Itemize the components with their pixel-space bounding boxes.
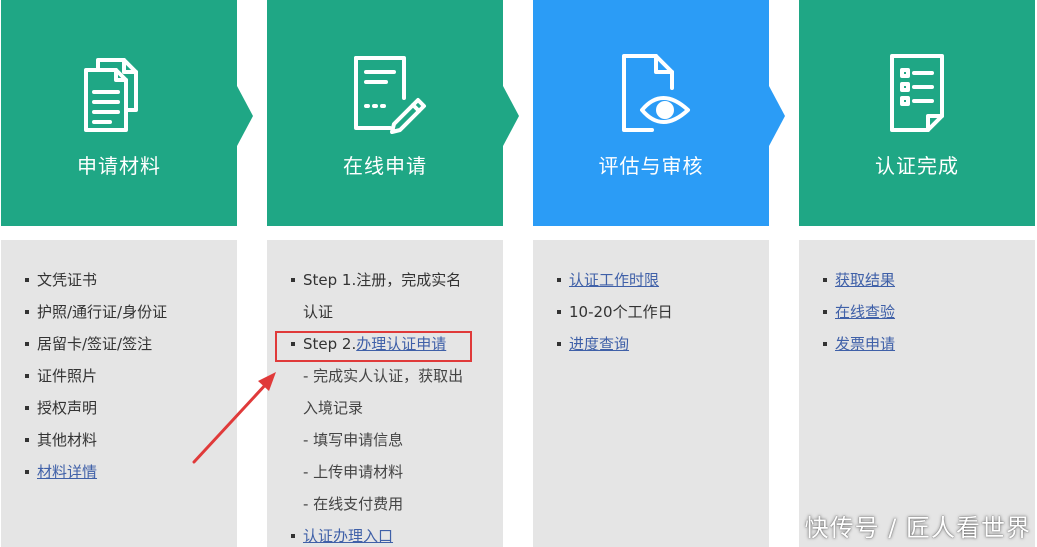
step-title: 申请材料 bbox=[77, 154, 161, 178]
form-edit-icon bbox=[354, 56, 426, 134]
list-item: Step 1.注册，完成实名 bbox=[291, 264, 493, 296]
checklist-icon bbox=[890, 54, 944, 132]
list-item: 在线查验 bbox=[823, 296, 1025, 328]
progress-query-link[interactable]: 进度查询 bbox=[569, 335, 629, 353]
step-panel-materials: 文凭证书 护照/通行证/身份证 居留卡/签证/签注 证件照片 授权声明 其他材料… bbox=[1, 240, 237, 547]
step-panel-complete: 获取结果 在线查验 发票申请 bbox=[799, 240, 1035, 547]
list-item-continued: 认证 bbox=[303, 303, 334, 321]
complete-list: 获取结果 在线查验 发票申请 bbox=[823, 264, 1025, 360]
step-title: 评估与审核 bbox=[598, 154, 704, 178]
list-item: 居留卡/签证/签注 bbox=[25, 328, 227, 360]
list-item: 发票申请 bbox=[823, 328, 1025, 360]
sub-step: - 完成实人认证，获取出 bbox=[303, 367, 464, 385]
step-header-complete: 认证完成 bbox=[799, 0, 1035, 226]
document-eye-icon bbox=[622, 54, 690, 132]
list-item: 10-20个工作日 bbox=[557, 296, 759, 328]
step-panel-online-apply: Step 1.注册，完成实名 认证 Step 2.办理认证申请 - 完成实人认证… bbox=[267, 240, 503, 547]
flow-arrow bbox=[503, 86, 519, 146]
step-header-review: 评估与审核 bbox=[533, 0, 769, 226]
materials-list: 文凭证书 护照/通行证/身份证 居留卡/签证/签注 证件照片 授权声明 其他材料… bbox=[25, 264, 227, 488]
materials-detail-link[interactable]: 材料详情 bbox=[37, 463, 97, 481]
documents-icon bbox=[84, 58, 138, 132]
step-title: 在线申请 bbox=[343, 154, 427, 178]
process-flow: 申请材料 在线申请 评估与审核 认证完成 文凭证书 护照/通行证/身份证 居留卡… bbox=[0, 0, 1037, 547]
sub-step: - 上传申请材料 bbox=[303, 463, 404, 481]
watermark: 快传号 / 匠人看世界 bbox=[804, 514, 1031, 542]
list-item: 材料详情 bbox=[25, 456, 227, 488]
sub-step-continued: 入境记录 bbox=[303, 399, 364, 417]
certification-entry-link[interactable]: 认证办理入口 bbox=[303, 527, 393, 545]
list-item: 其他材料 bbox=[25, 424, 227, 456]
list-item: 进度查询 bbox=[557, 328, 759, 360]
list-item: 认证办理入口 bbox=[291, 520, 493, 547]
sub-step: - 填写申请信息 bbox=[303, 431, 404, 449]
online-verify-link[interactable]: 在线查验 bbox=[835, 303, 895, 321]
step-header-online-apply: 在线申请 bbox=[267, 0, 503, 226]
list-item: 证件照片 bbox=[25, 360, 227, 392]
list-item: Step 2.办理认证申请 bbox=[291, 328, 493, 360]
list-item: 获取结果 bbox=[823, 264, 1025, 296]
apply-certification-link[interactable]: 办理认证申请 bbox=[356, 335, 446, 353]
sub-step: - 在线支付费用 bbox=[303, 495, 404, 513]
list-item: 认证工作时限 bbox=[557, 264, 759, 296]
work-time-limit-link[interactable]: 认证工作时限 bbox=[569, 271, 659, 289]
list-item: 授权声明 bbox=[25, 392, 227, 424]
flow-arrow bbox=[237, 86, 253, 146]
list-item: 文凭证书 bbox=[25, 264, 227, 296]
step-title: 认证完成 bbox=[875, 154, 959, 178]
flow-arrow bbox=[769, 86, 785, 146]
review-list: 认证工作时限 10-20个工作日 进度查询 bbox=[557, 264, 759, 360]
apply-steps-list: Step 1.注册，完成实名 认证 Step 2.办理认证申请 - 完成实人认证… bbox=[291, 264, 493, 547]
list-item: 护照/通行证/身份证 bbox=[25, 296, 227, 328]
step-panel-review: 认证工作时限 10-20个工作日 进度查询 bbox=[533, 240, 769, 547]
get-result-link[interactable]: 获取结果 bbox=[835, 271, 895, 289]
invoice-request-link[interactable]: 发票申请 bbox=[835, 335, 895, 353]
step-header-materials: 申请材料 bbox=[1, 0, 237, 226]
